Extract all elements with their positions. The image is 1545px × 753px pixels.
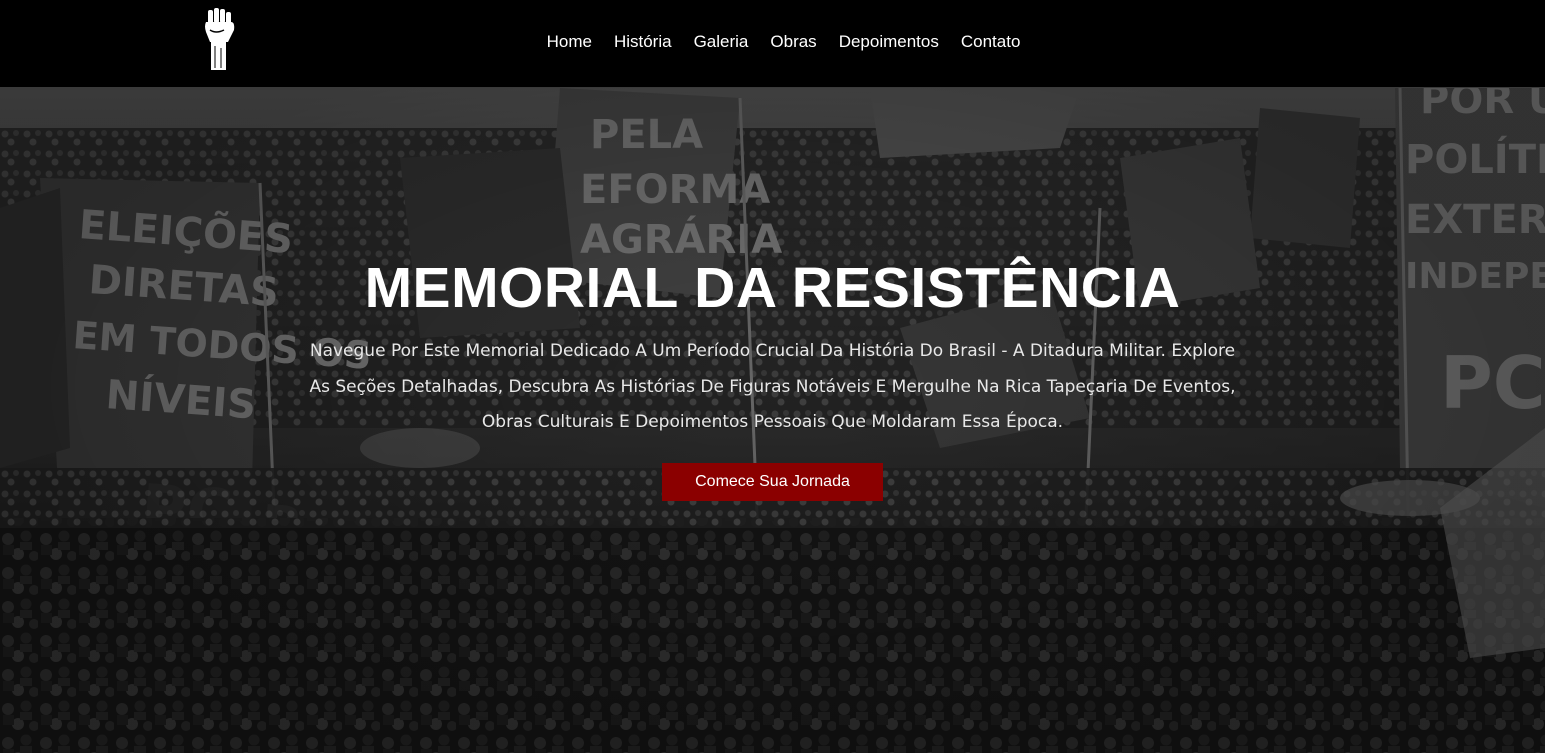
nav-contato[interactable]: Contato: [950, 30, 1032, 54]
hero-title: MEMORIAL DA RESISTÊNCIA: [364, 256, 1181, 320]
hero-section: ELEIÇÕES DIRETAS EM TODOS OS NÍVEIS PC B…: [0, 88, 1545, 753]
main-nav: Home História Galeria Obras Depoimentos …: [22, 30, 1545, 54]
top-navbar: Home História Galeria Obras Depoimentos …: [0, 0, 1545, 88]
nav-obras[interactable]: Obras: [759, 30, 827, 54]
hero-content: MEMORIAL DA RESISTÊNCIA Navegue Por Este…: [0, 248, 1545, 501]
nav-depoimentos[interactable]: Depoimentos: [828, 30, 950, 54]
nav-home[interactable]: Home: [536, 30, 603, 54]
hero-description: Navegue Por Este Memorial Dedicado A Um …: [309, 341, 1236, 432]
start-journey-button[interactable]: Comece Sua Jornada: [662, 462, 883, 501]
nav-galeria[interactable]: Galeria: [683, 30, 760, 54]
nav-historia[interactable]: História: [603, 30, 683, 54]
